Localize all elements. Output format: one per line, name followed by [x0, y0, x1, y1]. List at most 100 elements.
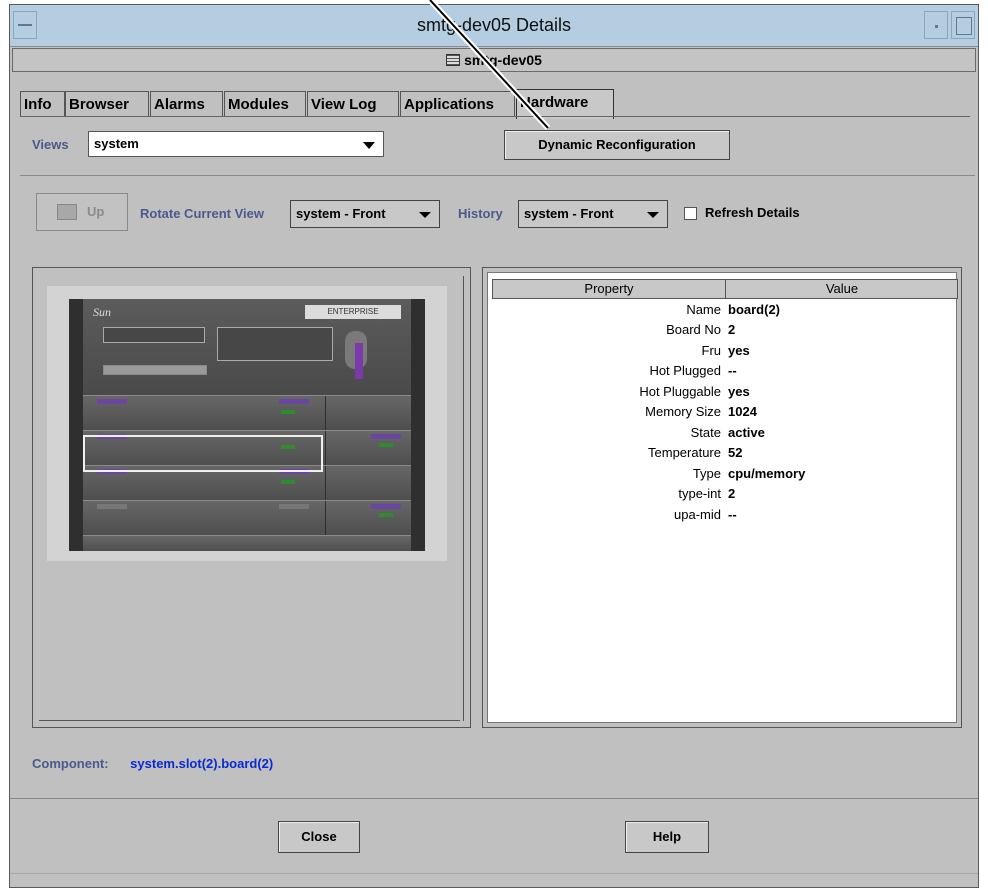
table-row: State active	[492, 423, 958, 443]
chassis-image[interactable]: Sun ENTERPRISE	[47, 286, 447, 561]
tab-applications[interactable]: Applications	[400, 91, 515, 117]
property-key: upa-mid	[674, 507, 721, 522]
property-key: Temperature	[648, 445, 721, 460]
media-bay	[103, 327, 205, 343]
slot-divider	[325, 431, 326, 466]
property-value: 52	[728, 445, 743, 460]
slot-divider	[325, 396, 326, 431]
board-slot-3[interactable]	[83, 500, 411, 536]
slot-handle	[371, 434, 401, 439]
enterprise-badge: ENTERPRISE	[305, 305, 401, 319]
maximize-button[interactable]	[951, 11, 975, 39]
history-label: History	[458, 206, 503, 221]
table-row: Temperature 52	[492, 443, 958, 463]
properties-panel: Property Value Name board(2) Board No 2 Fr…	[482, 267, 962, 728]
history-select[interactable]: system - Front	[518, 200, 668, 228]
close-button[interactable]: Close	[278, 821, 360, 853]
properties-table: Property Value Name board(2) Board No 2 Fr…	[487, 272, 958, 723]
property-key: type-int	[678, 486, 721, 501]
header-property[interactable]: Property	[493, 280, 725, 298]
table-row: Fru yes	[492, 341, 958, 361]
properties-header: Property Value	[492, 279, 958, 299]
chevron-down-icon	[419, 212, 431, 218]
up-button[interactable]: Up	[36, 193, 128, 231]
board-slot-0[interactable]	[83, 395, 411, 431]
up-button-label: Up	[87, 204, 105, 219]
table-row: Hot Plugged --	[492, 361, 958, 381]
property-value: --	[728, 507, 737, 522]
slot-leds	[379, 443, 393, 447]
separator	[20, 175, 975, 176]
tab-browser[interactable]: Browser	[65, 91, 149, 117]
views-select-value: system	[94, 136, 139, 151]
property-value: yes	[728, 343, 750, 358]
window-title: smtg-dev05 Details	[416, 15, 572, 35]
refresh-details-checkbox[interactable]	[684, 207, 697, 220]
chassis-front-panel: Sun ENTERPRISE	[83, 299, 411, 395]
chevron-down-icon	[363, 142, 375, 149]
property-key: Board No	[666, 322, 721, 337]
views-label: Views	[32, 137, 69, 152]
table-row: type-int 2	[492, 484, 958, 504]
slot-handle	[371, 504, 401, 509]
slot-leds	[281, 410, 295, 414]
tab-hardware[interactable]: Hardware	[516, 89, 614, 119]
property-key: Memory Size	[645, 404, 721, 419]
tab-view-log[interactable]: View Log	[307, 91, 399, 117]
property-key: Hot Plugged	[649, 363, 721, 378]
views-select[interactable]: system	[88, 131, 384, 157]
slot-handle	[97, 504, 127, 509]
minimize-button[interactable]	[924, 11, 948, 39]
chassis-rail-right	[411, 299, 425, 551]
key-icon	[355, 343, 363, 379]
property-value: cpu/memory	[728, 466, 806, 481]
header-value[interactable]: Value	[726, 280, 958, 298]
chassis-base	[83, 535, 411, 551]
tab-info[interactable]: Info	[20, 91, 65, 117]
slot-handle	[279, 504, 309, 509]
chassis-body: Sun ENTERPRISE	[83, 299, 411, 551]
history-select-value: system - Front	[524, 206, 614, 221]
tab-divider	[20, 116, 970, 117]
property-value: active	[728, 425, 765, 440]
slot-handle	[279, 399, 309, 404]
table-row: Hot Pluggable yes	[492, 382, 958, 402]
rotate-label: Rotate Current View	[140, 206, 265, 221]
slot-divider	[325, 501, 326, 536]
property-value: 2	[728, 486, 736, 501]
details-window: smtg-dev05 Details smtg-dev05 Info Brows…	[9, 4, 979, 888]
dynamic-reconfiguration-button[interactable]: Dynamic Reconfiguration	[504, 130, 730, 160]
hardware-view-panel: Sun ENTERPRISE	[32, 267, 471, 728]
table-row: Name board(2)	[492, 300, 958, 320]
property-value: 2	[728, 322, 736, 337]
rotate-select[interactable]: system - Front	[290, 200, 440, 228]
refresh-details-label: Refresh Details	[705, 205, 800, 220]
tab-modules[interactable]: Modules	[224, 91, 306, 117]
property-value: board(2)	[728, 302, 780, 317]
table-row: upa-mid --	[492, 505, 958, 525]
slot-handle	[97, 399, 127, 404]
table-row: Board No 2	[492, 320, 958, 340]
host-icon	[446, 54, 461, 66]
property-key: Name	[686, 302, 721, 317]
rotate-select-value: system - Front	[296, 206, 386, 221]
component-row: Component: system.slot(2).board(2)	[32, 756, 273, 771]
help-button[interactable]: Help	[625, 821, 709, 853]
component-label: Component:	[32, 756, 109, 771]
tape-drive	[217, 327, 333, 361]
property-key: Type	[692, 466, 721, 481]
table-row: Memory Size 1024	[492, 402, 958, 422]
chassis-rail-left	[69, 299, 83, 551]
property-key: State	[690, 425, 721, 440]
property-value: --	[728, 363, 737, 378]
table-row: Type cpu/memory	[492, 464, 958, 484]
slot-divider	[325, 466, 326, 501]
title-bar[interactable]: smtg-dev05 Details	[10, 5, 978, 47]
slot-leds	[281, 480, 295, 484]
tab-alarms[interactable]: Alarms	[150, 91, 223, 117]
vent-strip	[103, 365, 207, 375]
slot-leds	[379, 513, 393, 517]
component-value: system.slot(2).board(2)	[130, 756, 274, 771]
property-key: Hot Pluggable	[639, 384, 721, 399]
bottom-edge	[10, 873, 978, 874]
